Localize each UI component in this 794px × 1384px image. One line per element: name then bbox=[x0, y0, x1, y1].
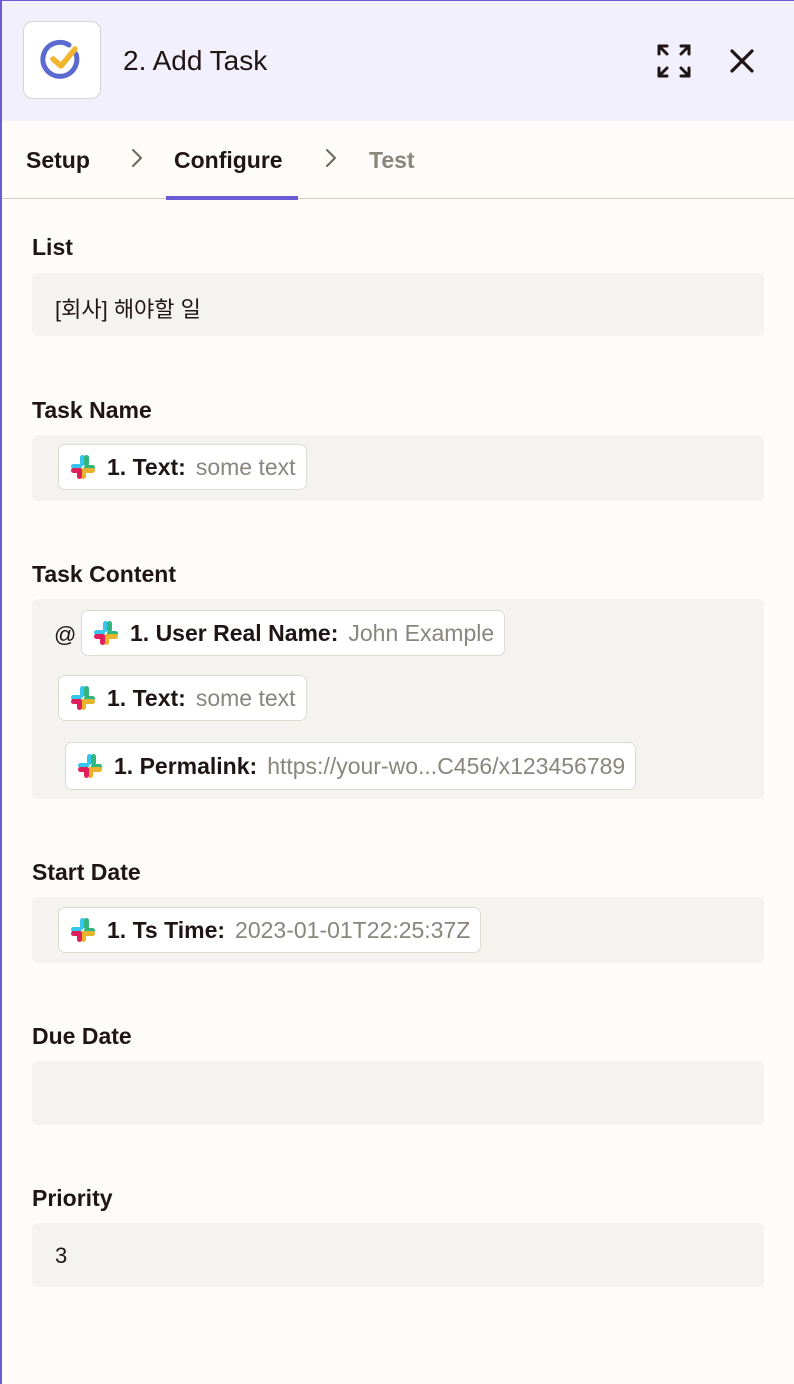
expand-button[interactable] bbox=[652, 39, 696, 83]
due-date-label: Due Date bbox=[32, 1023, 132, 1049]
list-label: List bbox=[32, 234, 73, 260]
pill-label: 1. Text: bbox=[107, 684, 186, 711]
list-field[interactable]: [회사] 해야할 일 bbox=[32, 273, 764, 336]
slack-icon bbox=[71, 686, 95, 710]
task-content-field[interactable]: @ 1. User Real Name: John Example 1. Tex… bbox=[32, 599, 764, 799]
mapped-field-pill[interactable]: 1. Text: some text bbox=[58, 444, 307, 490]
pill-value: some text bbox=[195, 684, 296, 711]
task-name-label: Task Name bbox=[32, 397, 152, 423]
chevron-right-icon bbox=[132, 149, 142, 167]
pill-label: 1. Text: bbox=[107, 453, 186, 480]
expand-icon bbox=[657, 44, 691, 78]
tab-test[interactable]: Test bbox=[369, 147, 415, 174]
slack-icon bbox=[94, 621, 118, 645]
close-button[interactable] bbox=[720, 39, 764, 83]
mapped-field-pill[interactable]: 1. User Real Name: John Example bbox=[81, 610, 506, 656]
priority-value: 3 bbox=[55, 1243, 68, 1268]
pill-value: some text bbox=[195, 453, 296, 480]
start-date-label: Start Date bbox=[32, 859, 141, 885]
panel-header: 2. Add Task bbox=[2, 1, 794, 121]
ticktick-check-icon bbox=[40, 39, 80, 79]
pill-value: https://your-wo...C456/x123456789 bbox=[267, 752, 626, 779]
task-name-field[interactable]: 1. Text: some text bbox=[32, 435, 764, 501]
app-icon bbox=[23, 21, 101, 99]
list-value: [회사] 해야할 일 bbox=[55, 297, 201, 322]
pill-value: John Example bbox=[348, 619, 495, 646]
pill-label: 1. User Real Name: bbox=[130, 619, 339, 646]
slack-icon bbox=[78, 754, 102, 778]
pill-label: 1. Ts Time: bbox=[107, 916, 226, 943]
panel-title: 2. Add Task bbox=[123, 45, 268, 76]
close-icon bbox=[730, 49, 754, 73]
mapped-field-pill[interactable]: 1. Ts Time: 2023-01-01T22:25:37Z bbox=[58, 907, 482, 953]
step-tabs: Setup Configure Test bbox=[2, 121, 794, 200]
mention-prefix: @ bbox=[54, 622, 77, 647]
pill-label: 1. Permalink: bbox=[114, 752, 258, 779]
slack-icon bbox=[71, 455, 95, 479]
priority-label: Priority bbox=[32, 1185, 113, 1211]
mapped-field-pill[interactable]: 1. Permalink: https://your-wo...C456/x12… bbox=[65, 742, 637, 790]
start-date-field[interactable]: 1. Ts Time: 2023-01-01T22:25:37Z bbox=[32, 897, 764, 963]
chevron-right-icon bbox=[326, 149, 336, 167]
task-content-label: Task Content bbox=[32, 561, 176, 587]
tab-setup[interactable]: Setup bbox=[26, 147, 90, 174]
priority-field[interactable]: 3 bbox=[32, 1223, 764, 1287]
mapped-field-pill[interactable]: 1. Text: some text bbox=[58, 675, 307, 721]
due-date-field[interactable] bbox=[32, 1061, 764, 1125]
pill-value: 2023-01-01T22:25:37Z bbox=[235, 916, 471, 943]
active-tab-indicator bbox=[166, 196, 298, 200]
tab-configure[interactable]: Configure bbox=[174, 147, 283, 174]
slack-icon bbox=[71, 918, 95, 942]
